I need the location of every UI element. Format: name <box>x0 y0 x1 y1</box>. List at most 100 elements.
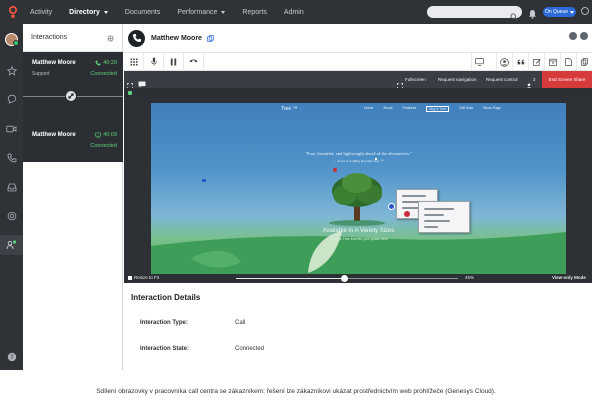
hang-up-icon[interactable] <box>184 52 204 71</box>
help-question-icon[interactable]: ? <box>0 347 23 367</box>
video-camera-icon[interactable] <box>0 119 23 139</box>
chevron-down-icon <box>221 10 226 14</box>
nav-documents[interactable]: Documents <box>125 9 160 16</box>
interaction-type-label: Interaction Type: <box>140 320 188 326</box>
webpage-link: Sell Now <box>459 106 474 110</box>
interactions-panel: Interactions Matthew Moore Support 40:29… <box>23 24 123 370</box>
request-navigation-button[interactable]: Request navigation <box>438 77 477 82</box>
genesys-logo-icon[interactable] <box>2 0 24 24</box>
copy-document-icon[interactable] <box>576 53 592 71</box>
nav-activity[interactable]: Activity <box>30 9 52 16</box>
webpage-links: Home About Features Buy a Tree Sell Now … <box>364 106 511 112</box>
left-rail: ? <box>0 24 23 370</box>
interaction-details: Interaction Details Interaction Type: Ca… <box>124 283 592 370</box>
webpage-nav: Tree ™ Home About Features Buy a Tree Se… <box>151 103 566 113</box>
webpage-link: Features <box>402 106 417 110</box>
details-title: Interaction Details <box>131 293 201 302</box>
profile-avatar[interactable] <box>0 29 23 49</box>
screen-share-icon <box>95 132 101 138</box>
interaction-type-value: Call <box>235 320 246 326</box>
favorites-star-icon[interactable] <box>0 61 23 81</box>
notifications-bell-icon[interactable] <box>528 6 537 24</box>
close-icon[interactable] <box>580 32 588 40</box>
zoom-value: 45% <box>465 275 475 280</box>
phone-icon[interactable] <box>0 148 23 168</box>
webpage-link: Show Page <box>483 106 501 110</box>
app-window: Activity Directory Documents Performance… <box>0 0 592 370</box>
search-input[interactable] <box>427 6 522 21</box>
screen-icon[interactable] <box>471 53 487 71</box>
call-contact-name: Matthew Moore <box>32 132 76 138</box>
nav-performance-label: Performance <box>177 8 218 16</box>
participant-count: 2 <box>533 77 536 82</box>
contacts-people-icon[interactable] <box>0 235 23 255</box>
zoom-slider-thumb[interactable] <box>341 275 349 282</box>
nav-reports[interactable]: Reports <box>242 9 267 16</box>
cursor-marker-icon <box>202 179 206 182</box>
link-merge-icon[interactable] <box>65 90 77 102</box>
pointer-marker-icon <box>333 168 337 172</box>
hold-pause-icon[interactable] <box>164 52 184 71</box>
call-state: Connected <box>90 71 117 77</box>
interaction-workspace: Matthew Moore Fullscreen Request navigat… <box>124 24 592 370</box>
nav-admin[interactable]: Admin <box>284 9 304 16</box>
menu-line <box>424 220 450 222</box>
contact-header: Matthew Moore <box>124 24 592 53</box>
svg-text:?: ? <box>10 354 13 361</box>
meadow-shape <box>151 232 566 274</box>
zoom-slider-fill <box>236 278 345 279</box>
webpage-subheading: Pick the Tree that fits your space best <box>329 237 388 241</box>
webpage-quote: "Pure, beautiful, and lightweight ahead … <box>305 151 412 156</box>
nav-directory[interactable]: Directory <box>69 9 108 16</box>
chat-bubble-icon[interactable] <box>0 89 23 109</box>
call-list: Matthew Moore Support 40:29 Connected Ma… <box>23 52 123 162</box>
live-indicator <box>128 91 132 95</box>
document-icon[interactable] <box>560 53 576 71</box>
call-item[interactable]: Matthew Moore Support 40:29 Connected <box>23 52 123 88</box>
nav-directory-label: Directory <box>69 8 100 16</box>
agent-cursor-icon <box>404 211 410 217</box>
call-queue-name: Support <box>32 71 50 77</box>
call-toolbar <box>124 52 592 71</box>
shared-screen-viewer: Tree ™ Home About Features Buy a Tree Se… <box>124 98 592 283</box>
resize-to-fit-toggle[interactable]: Resize to Fit <box>128 275 159 280</box>
queue-status-toggle[interactable]: On Queue <box>543 7 576 17</box>
webpage-quote-attribution: — Trees is nothing else like Tree ™ <box>333 159 384 163</box>
view-mode-label: View-only Mode <box>552 275 586 280</box>
contact-name[interactable]: Matthew Moore <box>151 35 202 42</box>
end-screen-share-button[interactable]: End Screen Share <box>542 71 592 88</box>
webpage-link: Buy a Tree <box>426 106 450 112</box>
interaction-state-label: Interaction State: <box>140 346 190 352</box>
microphone-icon[interactable] <box>144 52 164 71</box>
user-menu-icon[interactable] <box>581 7 589 15</box>
previous-icon[interactable] <box>569 32 577 40</box>
screen-share-bar: Fullscreen Request navigation Request co… <box>124 71 592 89</box>
nav-performance[interactable]: Performance <box>177 8 226 16</box>
dialpad-icon[interactable] <box>124 52 144 71</box>
zoom-slider[interactable] <box>236 275 458 282</box>
phone-icon <box>95 60 101 66</box>
fullscreen-button[interactable]: Fullscreen <box>405 77 426 82</box>
user-profile-icon[interactable] <box>496 53 512 71</box>
webpage-popup <box>418 201 470 233</box>
menu-line <box>424 208 454 210</box>
checkbox[interactable] <box>128 275 132 280</box>
lifebuoy-icon[interactable] <box>0 206 23 226</box>
call-contact-name: Matthew Moore <box>32 60 76 66</box>
quote-icon[interactable] <box>512 53 528 71</box>
shared-webpage[interactable]: Tree ™ Home About Features Buy a Tree Se… <box>151 103 566 274</box>
inbox-tray-icon[interactable] <box>0 177 23 197</box>
interactions-title: Interactions <box>31 34 68 41</box>
copy-icon[interactable] <box>207 29 214 47</box>
edit-note-icon[interactable] <box>528 53 544 71</box>
call-item[interactable]: Matthew Moore 40:09 Connected <box>23 126 123 162</box>
request-control-button[interactable]: Request control <box>486 77 518 82</box>
gear-icon[interactable] <box>107 35 114 44</box>
image-caption: Sdílení obrazovky v pracovníka call cent… <box>96 388 496 395</box>
calendar-icon[interactable] <box>544 53 560 71</box>
call-timer-value: 40:09 <box>103 132 117 138</box>
phone-avatar-icon <box>128 29 145 47</box>
webpage-heading: Available in A Variety Sizes <box>322 228 395 234</box>
call-timer: 40:29 <box>95 60 117 66</box>
menu-line <box>402 195 426 197</box>
